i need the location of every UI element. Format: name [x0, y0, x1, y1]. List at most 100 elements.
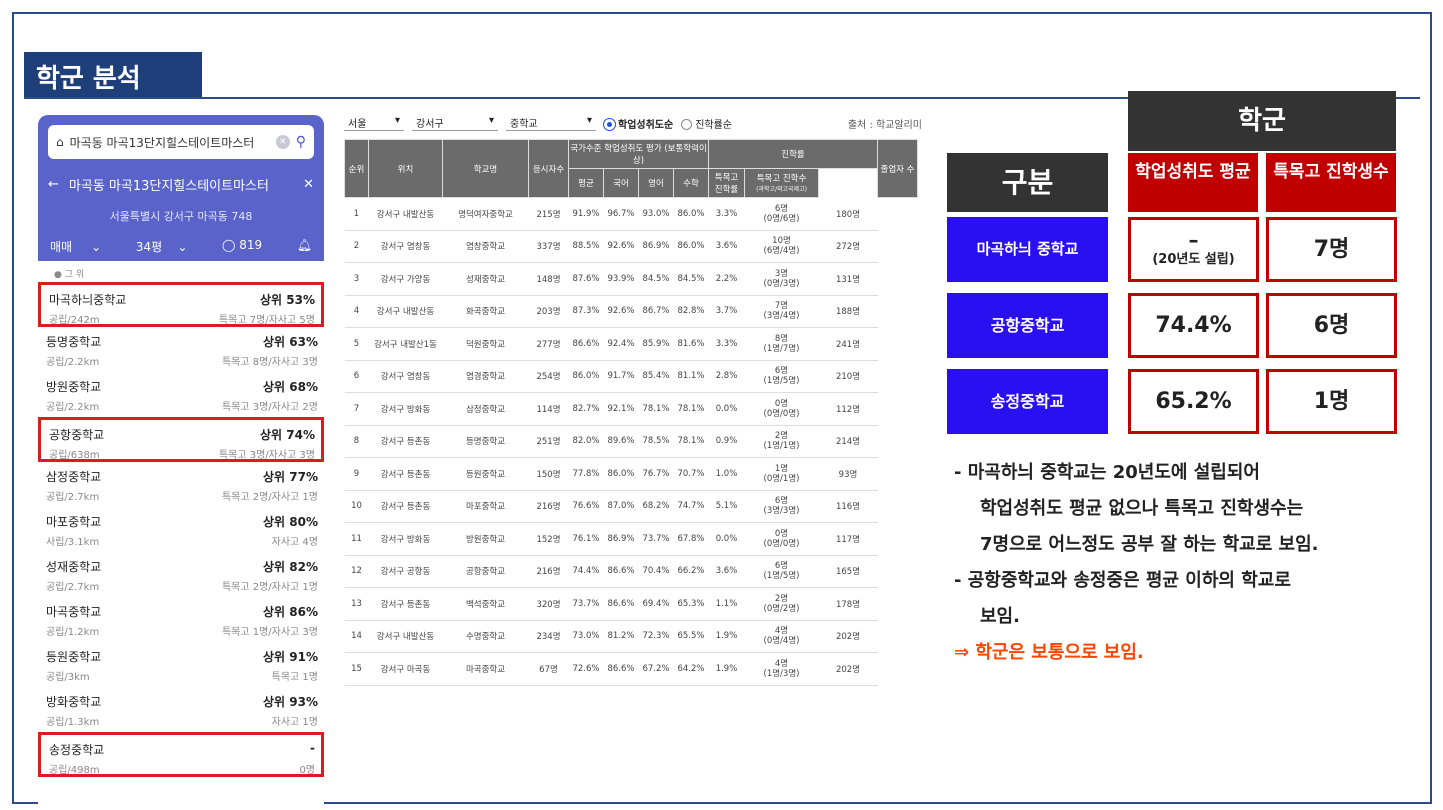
school-extra: 특목고 3명/자사고 2명: [221, 402, 318, 413]
school-list-item[interactable]: 방화중학교 상위 93% 공립/1.3km 자사고 1명: [38, 687, 324, 732]
cell-math: 84.5%: [673, 262, 709, 296]
cell-grad: 165명: [818, 555, 878, 588]
col-students: 응시자수: [528, 139, 569, 198]
school-rank: 상위 86%: [263, 605, 318, 619]
cell-math: 82.8%: [673, 295, 709, 328]
cell-rate: 1.0%: [708, 457, 745, 491]
col-special-count: 특목고 진학수 (과학고/외고국제고): [744, 168, 819, 198]
real-estate-app-panel: ⌂ 마곡동 마곡13단지힐스테이트마스터 ✕ ⚲ ← 마곡동 마곡13단지힐스테…: [38, 115, 324, 805]
table-row: 9 강서구 등촌동 등원중학교 150명 77.8% 86.0% 76.7% 70.7% 1.0…: [344, 457, 918, 491]
search-input[interactable]: 마곡동 마곡13단지힐스테이트마스터: [70, 134, 270, 151]
sort-achievement-radio[interactable]: 학업성취도순: [604, 116, 673, 131]
school-info: 공립/2.7km: [46, 582, 100, 593]
deal-type-select[interactable]: 매매 ⌄: [50, 238, 101, 255]
cell-loc: 강서구 방화동: [368, 522, 443, 556]
cell-math: 86.0%: [673, 197, 709, 231]
comments-button[interactable]: ◯ 819: [222, 238, 262, 255]
ranking-table: 순위 위치 학교명 응시자수 국가수준 학업성취도 평가 (보통학력이상) 진학…: [344, 139, 918, 686]
level-select[interactable]: 중학교 ▾: [506, 115, 596, 131]
table-row: 5 강서구 내발산1동 덕원중학교 277명 86.6% 92.4% 85.9% 81.6% 3…: [344, 327, 918, 361]
cell-rate: 1.9%: [708, 652, 745, 686]
cell-loc: 강서구 염창동: [368, 230, 443, 263]
cell-n: 150명: [528, 457, 569, 491]
size-select[interactable]: 34평 ⌄: [136, 238, 188, 255]
school-list-item[interactable]: 송정중학교 - 공립/498m 0명: [38, 732, 324, 777]
cell-school: 명덕여자중학교: [442, 197, 529, 231]
note-line-5: 보임.: [980, 606, 1020, 627]
cell-eng: 93.0%: [638, 197, 674, 231]
cell-grad: 180명: [818, 197, 878, 231]
table-row: 3 강서구 가양동 성재중학교 148명 87.6% 93.9% 84.5% 84.5% 2.2…: [344, 262, 918, 296]
cell-grad: 272명: [818, 230, 878, 263]
school-list-item[interactable]: 마곡하늬중학교 상위 53% 공립/242m 특목고 7명/자사고 5명: [38, 282, 324, 327]
cell-loc: 강서구 마곡동: [368, 652, 443, 686]
gonghang-count-cell: 6명: [1266, 293, 1397, 358]
school-rank: 상위 80%: [263, 515, 318, 529]
school-info: 공립/3km: [46, 672, 90, 683]
cell-special-count: 6명 (3명/3명): [744, 490, 819, 523]
school-extra: 자사고 4명: [271, 537, 318, 548]
school-list-item[interactable]: 마곡중학교 상위 86% 공립/1.2km 특목고 1명/자사고 3명: [38, 597, 324, 642]
school-list-item[interactable]: 삼정중학교 상위 77% 공립/2.7km 특목고 2명/자사고 1명: [38, 462, 324, 507]
cell-rate: 1.1%: [708, 587, 745, 621]
cell-n: 251명: [528, 425, 569, 458]
cell-avg: 72.6%: [568, 652, 604, 686]
clear-icon[interactable]: ✕: [275, 135, 290, 149]
school-extra: 특목고 7명/자사고 5명: [218, 315, 315, 326]
table-row: 6 강서구 염창동 염경중학교 254명 86.0% 91.7% 85.4% 81.1% 2.8…: [344, 360, 918, 393]
cell-school: 염창중학교: [442, 230, 529, 263]
school-rank: 상위 91%: [263, 650, 318, 664]
sort-advancement-radio[interactable]: 진학률순: [681, 116, 732, 131]
cell-eng: 85.4%: [638, 360, 674, 393]
school-name: 방화중학교: [46, 695, 102, 709]
cell-special-count: 4명 (1명/3명): [744, 652, 819, 686]
cell-rate: 3.7%: [708, 295, 745, 328]
cell-loc: 강서구 염창동: [368, 360, 443, 393]
city-select[interactable]: 서울 ▾: [344, 115, 404, 131]
school-info: 공립/1.3km: [46, 717, 100, 728]
cell-special-count: 6명 (0명/6명): [744, 197, 819, 231]
school-rank: 상위 93%: [263, 695, 318, 709]
cell-n: 216명: [528, 555, 569, 588]
cell-avg: 73.7%: [568, 587, 604, 621]
table-row: 15 강서구 마곡동 마곡중학교 67명 72.6% 86.6% 67.2% 64.2% 1.9…: [344, 652, 918, 686]
cell-school: 마포중학교: [442, 490, 529, 523]
cell-grad: 116명: [818, 490, 878, 523]
cell-n: 148명: [528, 262, 569, 296]
school-list-item[interactable]: 마포중학교 상위 80% 사립/3.1km 자사고 4명: [38, 507, 324, 552]
cell-school: 방원중학교: [442, 522, 529, 556]
cell-avg: 82.0%: [568, 425, 604, 458]
back-arrow-icon[interactable]: ←: [48, 177, 59, 192]
cell-rate: 2.2%: [708, 262, 745, 296]
school-list-item[interactable]: 등명중학교 상위 63% 공립/2.2km 특목고 8명/자사고 3명: [38, 327, 324, 372]
cell-school: 등원중학교: [442, 457, 529, 491]
songjeong-avg-cell: 65.2%: [1128, 369, 1259, 434]
cell-n: 337명: [528, 230, 569, 263]
search-bar[interactable]: ⌂ 마곡동 마곡13단지힐스테이트마스터 ✕ ⚲: [48, 125, 314, 159]
table-row: 2 강서구 염창동 염창중학교 337명 88.5% 92.6% 86.9% 86.0% 3.6…: [344, 230, 918, 263]
school-info: 공립/2.2km: [46, 402, 100, 413]
cell-rate: 3.6%: [708, 230, 745, 263]
close-icon[interactable]: ✕: [303, 177, 314, 192]
bell-icon[interactable]: 🔔︎: [297, 238, 312, 255]
search-icon[interactable]: ⚲: [296, 134, 306, 150]
district-select[interactable]: 강서구 ▾: [412, 115, 498, 131]
row-name-maegok: 마곡하늬 중학교: [947, 217, 1108, 282]
cell-loc: 강서구 등촌동: [368, 587, 443, 621]
school-list-item[interactable]: 공항중학교 상위 74% 공립/638m 특목고 3명/자사고 3명: [38, 417, 324, 462]
cell-special-count: 6명 (1명/5명): [744, 360, 819, 393]
school-list-item[interactable]: 등원중학교 상위 91% 공립/3km 특목고 1명: [38, 642, 324, 687]
col-graduates: 졸업자 수: [877, 139, 918, 198]
cell-math: 74.7%: [673, 490, 709, 523]
cell-math: 81.6%: [673, 327, 709, 361]
cell-math: 81.1%: [673, 360, 709, 393]
school-list-item[interactable]: 방원중학교 상위 68% 공립/2.2km 특목고 3명/자사고 2명: [38, 372, 324, 417]
home-icon: ⌂: [56, 135, 64, 149]
cell-special-count: 4명 (0명/4명): [744, 620, 819, 653]
school-list-item[interactable]: 성재중학교 상위 82% 공립/2.7km 특목고 2명/자사고 1명: [38, 552, 324, 597]
cell-rank: 8: [344, 425, 369, 458]
table-row: 11 강서구 방화동 방원중학교 152명 76.1% 86.9% 73.7% 67.8% 0.…: [344, 522, 918, 556]
cell-grad: 202명: [818, 652, 878, 686]
cell-eng: 67.2%: [638, 652, 674, 686]
cell-math: 65.3%: [673, 587, 709, 621]
